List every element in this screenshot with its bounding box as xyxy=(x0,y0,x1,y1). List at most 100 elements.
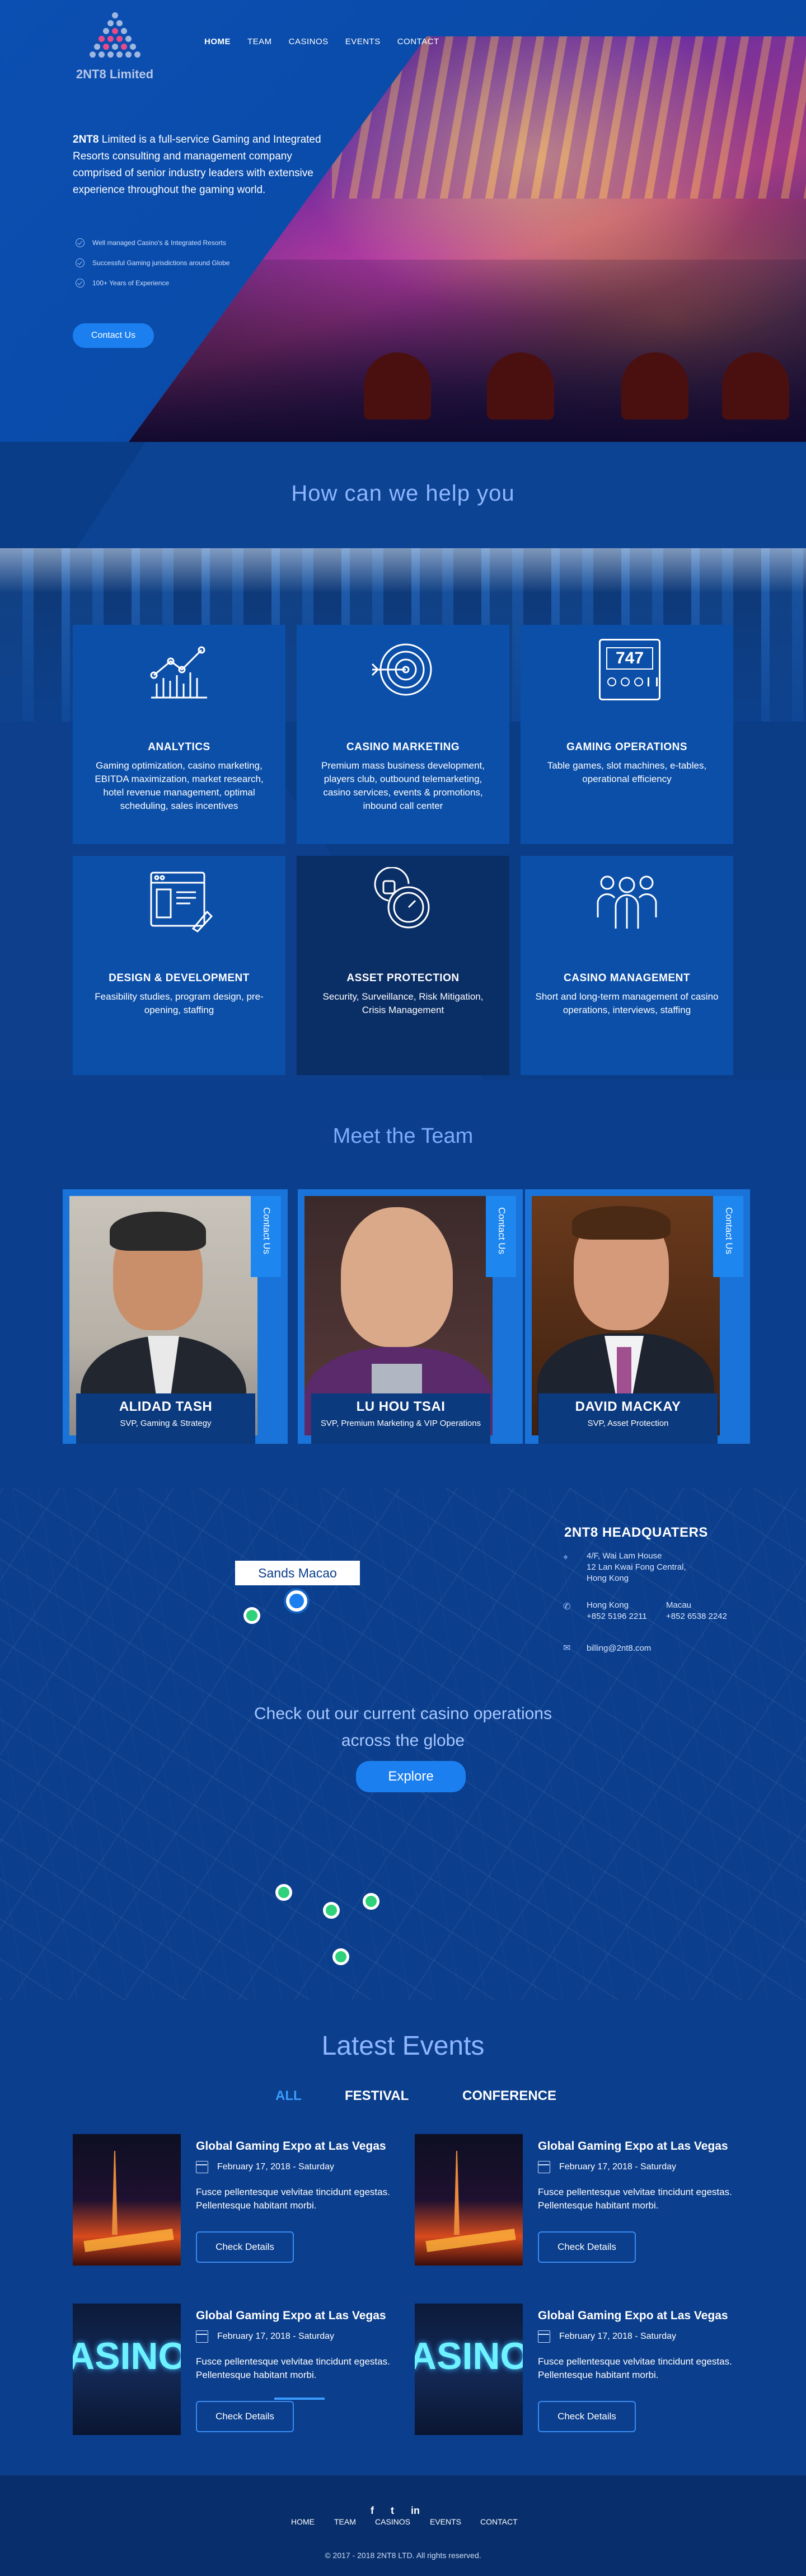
checklist-text: Well managed Casino's & Integrated Resor… xyxy=(92,239,226,247)
hq-title: 2NT8 HEADQUATERS xyxy=(564,1525,708,1540)
check-details-button[interactable]: Check Details xyxy=(538,2231,636,2263)
contact-us-tab[interactable]: Contact Us xyxy=(713,1196,743,1277)
mail-icon: ✉ xyxy=(563,1643,571,1653)
filter-conference[interactable]: CONFERENCE xyxy=(462,2088,556,2104)
nav-casinos[interactable]: CASINOS xyxy=(289,37,329,46)
nav-events[interactable]: EVENTS xyxy=(345,37,381,46)
map-pin[interactable] xyxy=(323,1902,340,1919)
phone-city: Macau xyxy=(666,1600,692,1610)
service-desc: Short and long-term management of casino… xyxy=(535,991,719,1015)
casino-sign: ASINO xyxy=(415,2335,523,2377)
service-card-gaming-operations[interactable]: 747 GAMING OPERATIONS Table games, slot … xyxy=(521,625,733,844)
map-pin[interactable] xyxy=(243,1607,260,1624)
event-date: February 17, 2018 - Saturday xyxy=(217,2162,335,2172)
brand-logo[interactable]: 2NT8 Limited xyxy=(73,11,157,87)
service-desc: Security, Surveillance, Risk Mitigation,… xyxy=(322,991,484,1015)
calendar-icon xyxy=(538,2161,550,2173)
nav-home[interactable]: HOME xyxy=(204,37,231,46)
member-name: LU HOU TSAI xyxy=(356,1399,446,1414)
event-title: Global Gaming Expo at Las Vegas xyxy=(538,2309,728,2322)
member-name: DAVID MACKAY xyxy=(575,1399,681,1414)
event-date: February 17, 2018 - Saturday xyxy=(559,2332,677,2341)
hero-intro: 2NT8 Limited is a full-service Gaming an… xyxy=(73,131,341,199)
calendar-icon xyxy=(538,2330,550,2343)
hero-company: 2NT8 xyxy=(73,134,99,145)
map-pin[interactable] xyxy=(363,1893,379,1910)
filter-all[interactable]: ALL xyxy=(275,2088,302,2104)
phone-macau: Macau +852 6538 2242 xyxy=(666,1600,727,1622)
map-cta: Check out our current casino operations … xyxy=(0,1701,806,1754)
event-image xyxy=(415,2134,523,2266)
contact-us-tab[interactable]: Contact Us xyxy=(251,1196,281,1277)
service-title: DESIGN & DEVELOPMENT xyxy=(109,972,250,984)
map-pin[interactable] xyxy=(275,1884,292,1901)
twitter-icon[interactable]: t xyxy=(391,2505,394,2517)
design-icon xyxy=(150,872,213,933)
filter-festival[interactable]: FESTIVAL xyxy=(345,2088,409,2104)
event-card[interactable]: Global Gaming Expo at Las Vegas February… xyxy=(73,2134,397,2268)
map-pin-active[interactable] xyxy=(286,1590,307,1612)
member-role: SVP, Gaming & Strategy xyxy=(120,1419,212,1428)
service-title: ANALYTICS xyxy=(148,741,210,753)
map-cta-line: Check out our current casino operations xyxy=(254,1704,552,1723)
event-card[interactable]: ASINO Global Gaming Expo at Las Vegas Fe… xyxy=(73,2304,397,2438)
lock-icon xyxy=(374,867,430,929)
service-card-design-development[interactable]: DESIGN & DEVELOPMENT Feasibility studies… xyxy=(73,856,285,1075)
contact-us-tab-label: Contact Us xyxy=(261,1207,272,1255)
hero-intro-text: Limited is a full-service Gaming and Int… xyxy=(73,134,321,196)
contact-us-tab[interactable]: Contact Us xyxy=(486,1196,516,1277)
map-cta-line: across the globe xyxy=(341,1731,465,1750)
map-pin[interactable] xyxy=(332,1948,349,1965)
linkedin-icon[interactable]: in xyxy=(411,2505,420,2517)
footer-nav-home[interactable]: HOME xyxy=(291,2517,315,2526)
service-card-analytics[interactable]: ANALYTICS Gaming optimization, casino ma… xyxy=(73,625,285,844)
explore-button[interactable]: Explore xyxy=(356,1761,466,1792)
footer-nav-events[interactable]: EVENTS xyxy=(430,2517,461,2526)
member-name-box: LU HOU TSAI SVP, Premium Marketing & VIP… xyxy=(311,1393,490,1444)
nav-team[interactable]: TEAM xyxy=(247,37,272,46)
event-image: ASINO xyxy=(73,2304,181,2435)
event-card[interactable]: ASINO Global Gaming Expo at Las Vegas Fe… xyxy=(415,2304,739,2438)
contact-us-button[interactable]: Contact Us xyxy=(73,323,154,348)
contact-us-tab-label: Contact Us xyxy=(724,1207,734,1255)
check-details-button[interactable]: Check Details xyxy=(196,2401,294,2432)
check-circle-icon xyxy=(76,258,85,267)
carousel-indicator[interactable] xyxy=(274,2398,325,2400)
check-details-button[interactable]: Check Details xyxy=(196,2231,294,2263)
service-desc: Gaming optimization, casino marketing, E… xyxy=(95,760,264,811)
check-circle-icon xyxy=(76,238,85,247)
checklist-item: 100+ Years of Experience xyxy=(76,273,229,293)
footer-nav-contact[interactable]: CONTACT xyxy=(480,2517,518,2526)
nav-contact[interactable]: CONTACT xyxy=(397,37,439,46)
event-desc: Fusce pellentesque velvitae tincidunt eg… xyxy=(196,2356,390,2380)
facebook-icon[interactable]: f xyxy=(371,2505,374,2517)
team-member-card[interactable]: Contact Us DAVID MACKAY SVP, Asset Prote… xyxy=(525,1189,750,1444)
check-circle-icon xyxy=(76,279,85,288)
service-card-asset-protection[interactable]: ASSET PROTECTION Security, Surveillance,… xyxy=(297,856,509,1075)
check-details-button[interactable]: Check Details xyxy=(538,2401,636,2432)
footer-nav-team[interactable]: TEAM xyxy=(334,2517,356,2526)
target-icon xyxy=(371,643,432,696)
phone-city: Hong Kong xyxy=(587,1600,629,1610)
footer-nav-casinos[interactable]: CASINOS xyxy=(375,2517,410,2526)
event-title: Global Gaming Expo at Las Vegas xyxy=(196,2309,386,2322)
casino-sign: ASINO xyxy=(73,2335,181,2377)
phone-number[interactable]: +852 5196 2211 xyxy=(587,1611,647,1622)
service-title: ASSET PROTECTION xyxy=(346,972,460,984)
member-name: ALIDAD TASH xyxy=(119,1399,213,1414)
service-card-casino-marketing[interactable]: CASINO MARKETING Premium mass business d… xyxy=(297,625,509,844)
page: 2NT8 Limited HOME TEAM CASINOS EVENTS CO… xyxy=(0,0,806,2576)
service-title: CASINO MANAGEMENT xyxy=(564,972,690,984)
event-desc: Fusce pellentesque velvitae tincidunt eg… xyxy=(538,2187,732,2211)
service-card-casino-management[interactable]: CASINO MANAGEMENT Short and long-term ma… xyxy=(521,856,733,1075)
hq-email[interactable]: billing@2nt8.com xyxy=(587,1643,651,1654)
service-title: GAMING OPERATIONS xyxy=(566,741,688,753)
team-member-card[interactable]: Contact Us ALIDAD TASH SVP, Gaming & Str… xyxy=(63,1189,288,1444)
phone-number[interactable]: +852 6538 2242 xyxy=(666,1611,727,1622)
events-title: Latest Events xyxy=(321,2031,485,2061)
team-member-card[interactable]: Contact Us LU HOU TSAI SVP, Premium Mark… xyxy=(298,1189,523,1444)
social-links: f t in xyxy=(371,2505,420,2517)
event-card[interactable]: Global Gaming Expo at Las Vegas February… xyxy=(415,2134,739,2268)
checklist-item: Successful Gaming jurisdictions around G… xyxy=(76,253,229,273)
phone-hong-kong: Hong Kong +852 5196 2211 xyxy=(587,1600,647,1622)
